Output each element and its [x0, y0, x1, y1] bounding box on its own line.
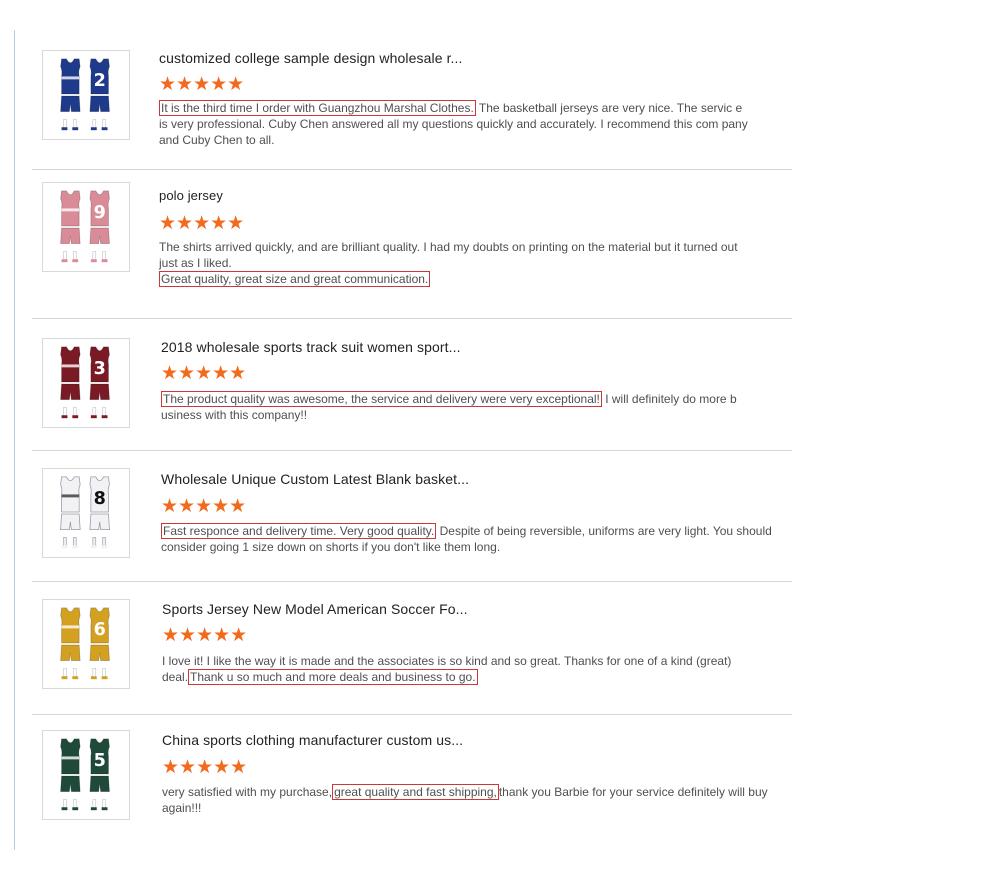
basketball-jersey-icon: 6 — [60, 607, 110, 680]
review-text: It is the third time I order with Guangz… — [159, 100, 748, 147]
review-divider — [32, 581, 792, 582]
rating-stars: ★★★★★ — [162, 757, 248, 778]
product-title[interactable]: polo jersey — [159, 188, 223, 203]
review-text: The shirts arrived quickly, and are bril… — [159, 240, 738, 287]
highlighted-phrase: Great quality, great size and great comm… — [159, 271, 431, 287]
highlighted-phrase: Fast responce and delivery time. Very go… — [161, 523, 437, 539]
svg-text:3: 3 — [94, 359, 106, 379]
rating-stars: ★★★★★ — [159, 74, 245, 95]
highlighted-phrase: The product quality was awesome, the ser… — [161, 391, 602, 407]
basketball-jersey-icon: 5 — [60, 738, 110, 811]
left-border-line — [14, 30, 15, 850]
svg-text:9: 9 — [94, 203, 106, 223]
svg-text:6: 6 — [94, 620, 106, 640]
highlighted-phrase: great quality and fast shipping, — [332, 784, 499, 800]
review-divider — [32, 450, 792, 451]
rating-stars: ★★★★★ — [161, 496, 247, 517]
product-title[interactable]: customized college sample design wholesa… — [159, 50, 463, 66]
rating-stars: ★★★★★ — [162, 625, 248, 646]
review-text: The product quality was awesome, the ser… — [161, 391, 737, 422]
product-thumbnail[interactable]: 8 — [42, 468, 130, 558]
basketball-jersey-icon: 9 — [60, 190, 110, 263]
review-text: I love it! I like the way it is made and… — [162, 654, 732, 685]
product-thumbnail[interactable]: 9 — [42, 182, 130, 272]
product-thumbnail[interactable]: 2 — [42, 50, 130, 140]
basketball-jersey-icon: 8 — [60, 476, 110, 549]
product-title[interactable]: China sports clothing manufacturer custo… — [162, 732, 463, 748]
review-text: Fast responce and delivery time. Very go… — [161, 523, 772, 554]
product-thumbnail[interactable]: 5 — [42, 730, 130, 820]
review-divider — [32, 169, 792, 170]
review-text: very satisfied with my purchase, great qu… — [162, 784, 768, 815]
review-divider — [32, 714, 792, 715]
product-title[interactable]: Sports Jersey New Model American Soccer … — [162, 601, 468, 617]
product-thumbnail[interactable]: 6 — [42, 599, 130, 689]
basketball-jersey-icon: 3 — [60, 346, 110, 419]
svg-text:5: 5 — [94, 751, 106, 771]
rating-stars: ★★★★★ — [161, 363, 247, 384]
svg-text:8: 8 — [94, 489, 106, 509]
product-thumbnail[interactable]: 3 — [42, 338, 130, 428]
highlighted-phrase: It is the third time I order with Guangz… — [159, 100, 476, 116]
basketball-jersey-icon: 2 — [60, 58, 110, 131]
product-title[interactable]: 2018 wholesale sports track suit women s… — [161, 339, 461, 355]
rating-stars: ★★★★★ — [159, 213, 245, 234]
product-title[interactable]: Wholesale Unique Custom Latest Blank bas… — [161, 471, 469, 487]
highlighted-phrase: Thank u so much and more deals and busin… — [188, 669, 478, 685]
review-divider — [32, 318, 792, 319]
svg-text:2: 2 — [94, 71, 106, 91]
